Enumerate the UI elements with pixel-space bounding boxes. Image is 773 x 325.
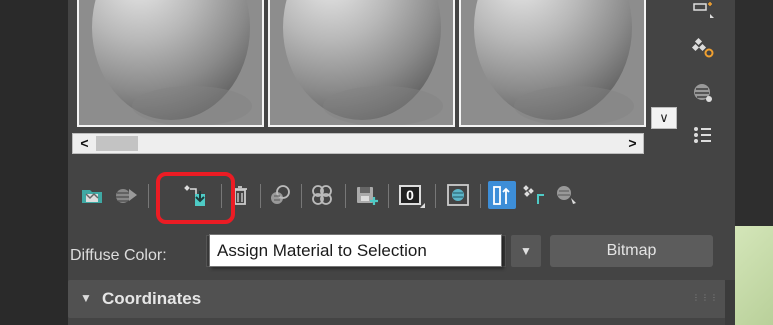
coordinates-rollout-header[interactable]: ▼ Coordinates ⋮⋮⋮ xyxy=(68,280,726,318)
make-material-copy-icon[interactable] xyxy=(266,181,294,209)
show-shaded-material-icon[interactable] xyxy=(444,181,472,209)
background-icon[interactable] xyxy=(690,80,716,106)
toolbar-separator xyxy=(345,184,346,208)
slot-horizontal-scrollbar[interactable]: < > xyxy=(72,133,644,154)
highlight-annotation xyxy=(156,172,235,224)
sample-sphere xyxy=(92,0,252,125)
sample-sphere xyxy=(283,0,443,125)
go-forward-to-sibling-icon[interactable] xyxy=(552,181,580,209)
slot-dropdown-button[interactable]: ∨ xyxy=(651,107,677,129)
show-end-result-icon[interactable] xyxy=(488,181,516,209)
material-editor-panel: ∨ < > 0 Diffuse Color: ▼ Bitmap ▼ Coordi… xyxy=(68,0,735,325)
make-unique-icon[interactable] xyxy=(308,181,336,209)
backlight-icon[interactable] xyxy=(690,34,716,60)
toolbar-separator xyxy=(388,184,389,208)
put-to-library-icon[interactable] xyxy=(352,181,380,209)
rollout-grip-icon: ⋮⋮⋮ xyxy=(692,293,719,302)
get-material-icon[interactable] xyxy=(78,181,106,209)
viewport-object xyxy=(735,226,773,325)
toolbar-separator xyxy=(260,184,261,208)
go-to-parent-icon[interactable] xyxy=(520,181,548,209)
bitmap-button[interactable]: Bitmap xyxy=(550,235,713,267)
rollout-collapse-icon: ▼ xyxy=(80,291,92,305)
diffuse-color-label: Diffuse Color: xyxy=(70,247,167,264)
material-id-channel-icon[interactable]: 0 xyxy=(396,181,425,209)
rollout-title: Coordinates xyxy=(102,289,202,308)
scroll-thumb[interactable] xyxy=(96,136,138,151)
scroll-left-button[interactable]: < xyxy=(74,134,95,153)
sample-slot-2[interactable] xyxy=(268,0,455,127)
sample-slot-3[interactable] xyxy=(459,0,646,127)
toolbar-separator xyxy=(435,184,436,208)
toolbar-separator xyxy=(301,184,302,208)
put-to-scene-icon[interactable] xyxy=(113,181,141,209)
material-id-value: 0 xyxy=(399,185,421,205)
flyout-corner xyxy=(420,203,425,208)
diffuse-dropdown-button[interactable]: ▼ xyxy=(511,235,541,267)
toolbar-separator xyxy=(480,184,481,208)
viewport-left-backdrop xyxy=(0,0,68,325)
sample-sphere xyxy=(474,0,634,125)
panel-vertical-scrollbar[interactable] xyxy=(725,280,735,325)
viewport-right-backdrop xyxy=(735,0,773,325)
tooltip: Assign Material to Selection xyxy=(209,234,502,267)
scroll-right-button[interactable]: > xyxy=(622,134,643,153)
options-icon[interactable] xyxy=(690,122,716,148)
toolbar-separator xyxy=(148,184,149,208)
sample-slot-1[interactable] xyxy=(77,0,264,127)
sample-type-icon[interactable] xyxy=(690,0,716,26)
